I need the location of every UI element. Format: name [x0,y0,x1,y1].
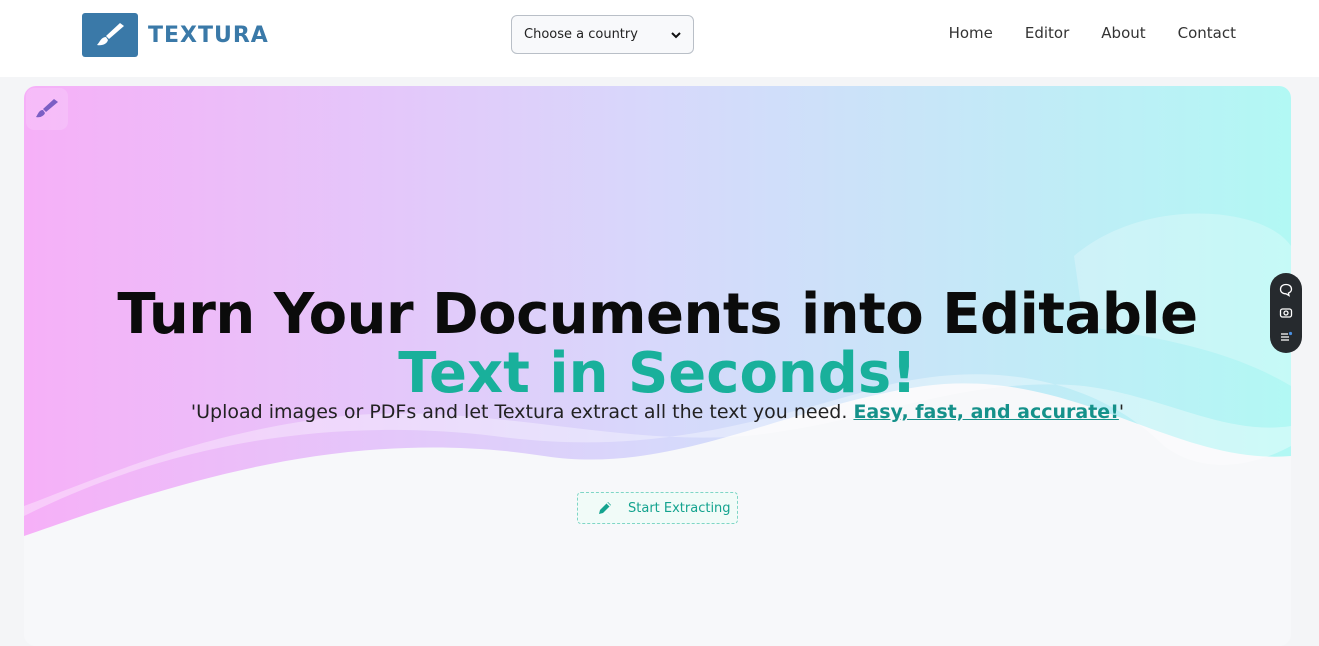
list-icon[interactable] [1279,330,1293,344]
start-extracting-label: Start Extracting [628,500,731,516]
start-extracting-button[interactable]: Start Extracting [577,492,738,524]
floating-toolbar [1270,273,1302,353]
hero-title-line2: Text in Seconds! [398,341,917,406]
country-select-value: Choose a country [524,27,638,42]
brand-logo[interactable]: TEXTURA [82,13,269,57]
chat-icon[interactable] [1279,283,1293,297]
country-select[interactable]: Choose a country [511,15,694,54]
site-header: TEXTURA Choose a country Home Editor Abo… [0,0,1319,77]
paintbrush-icon [82,13,138,57]
chevron-down-icon [671,31,681,38]
camera-icon[interactable] [1279,306,1293,320]
hero-section: Turn Your Documents into Editable Text i… [24,86,1291,646]
main-nav: Home Editor About Contact [949,24,1236,42]
hero-subtitle: 'Upload images or PDFs and let Textura e… [24,401,1291,423]
hero-subtitle-main: 'Upload images or PDFs and let Textura e… [190,401,854,423]
hero-subtitle-accent[interactable]: Easy, fast, and accurate! [853,401,1118,423]
paintbrush-icon [26,88,68,130]
hero-title-line1: Turn Your Documents into Editable [117,282,1198,347]
nav-editor[interactable]: Editor [1025,24,1069,42]
pencil-icon [599,502,611,514]
nav-contact[interactable]: Contact [1178,24,1236,42]
nav-about[interactable]: About [1101,24,1145,42]
hero-subtitle-end: ' [1118,401,1125,423]
nav-home[interactable]: Home [949,24,993,42]
brand-name: TEXTURA [148,22,269,48]
